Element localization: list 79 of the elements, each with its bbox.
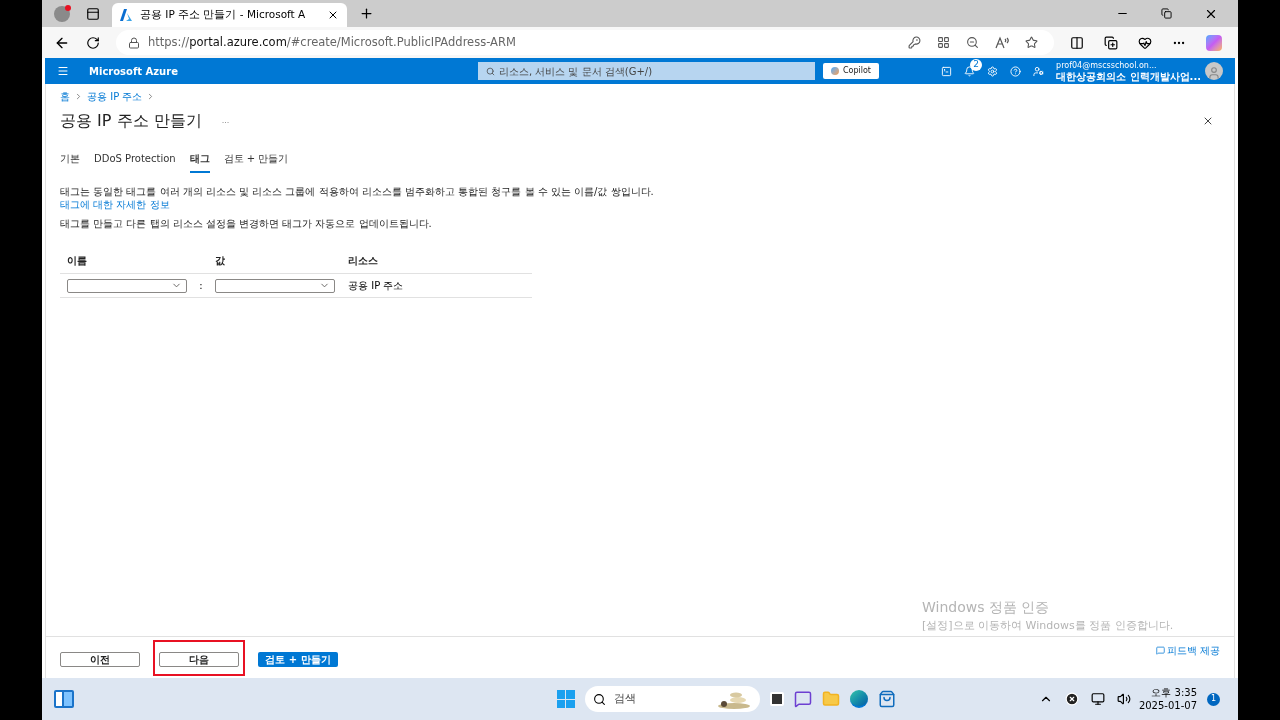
resource-cell-text: 공용 IP 주소 <box>348 279 404 293</box>
learn-more-link[interactable]: 태그에 대한 자세한 정보 <box>60 199 170 210</box>
clock-time: 오후 3:35 <box>1151 686 1197 699</box>
feedback-icon[interactable] <box>1033 65 1045 77</box>
copilot-logo-icon <box>830 67 839 75</box>
dropdown-field[interactable] <box>67 278 187 293</box>
brand-name: Microsoft Azure <box>89 64 178 79</box>
volume-icon[interactable] <box>1116 692 1131 706</box>
footer-button[interactable]: 다음 <box>159 652 239 667</box>
store-icon[interactable] <box>877 690 896 708</box>
tab[interactable]: 태그 <box>189 151 210 173</box>
password-icon[interactable] <box>908 36 921 49</box>
lock-icon <box>128 36 140 49</box>
separator-text: : <box>198 279 204 293</box>
read-aloud-icon[interactable] <box>995 36 1009 49</box>
start-icon[interactable] <box>556 690 575 708</box>
restore-icon[interactable] <box>1161 8 1172 19</box>
account-email: prof04@mscsschool.on... <box>1056 60 1158 71</box>
search-icon <box>592 692 606 706</box>
task-view-icon[interactable] <box>769 692 784 706</box>
more-button[interactable]: ... <box>221 115 230 127</box>
activation-title: Windows 정품 인증 <box>922 597 1050 617</box>
widgets-icon[interactable] <box>54 690 74 708</box>
copilot-button[interactable]: Copilot <box>822 63 879 79</box>
copilot-icon[interactable] <box>1206 34 1222 51</box>
account-avatar[interactable] <box>1205 62 1223 80</box>
tab[interactable]: 검토 + 만들기 <box>223 151 289 173</box>
azure-logo-icon <box>120 9 132 21</box>
tab[interactable]: DDoS Protection <box>94 151 176 173</box>
search-field[interactable]: 리소스, 서비스 및 문서 검색(G+/) <box>477 62 815 80</box>
split-screen-icon[interactable] <box>1070 35 1084 50</box>
dropdown-field[interactable] <box>215 278 335 293</box>
collections-icon[interactable] <box>1104 35 1118 50</box>
description-text: 태그는 동일한 태그를 여러 개의 리소스 및 리소스 그룹에 적용하여 리소스를 범주화하고 통합된 청구를 볼 수 있는 이름/값 쌍입니다. 태그에 대한 자세한 정보 <box>60 185 655 211</box>
url-text: https://portal.azure.com/#create/Microsoft.PublicIPAddress-ARM <box>148 33 516 51</box>
page-title: 공용 IP 주소 만들기 <box>60 110 202 132</box>
tab-actions-icon[interactable] <box>86 6 100 21</box>
browser-essentials-icon[interactable] <box>1138 35 1152 50</box>
column-header: 이름 <box>67 254 88 268</box>
feedback-icon <box>1155 646 1165 655</box>
search-placeholder: 리소스, 서비스 및 문서 검색(G+/) <box>498 64 653 79</box>
search-icon <box>485 66 495 76</box>
address-bar[interactable]: https://portal.azure.com/#create/Microsoft.PublicIPAddress-ARM <box>116 30 1054 55</box>
clock-date: 2025-01-07 <box>1138 699 1197 712</box>
browser-tab[interactable]: 공용 IP 주소 만들기 - Microsoft A <box>112 3 347 27</box>
notification-badge: 2 <box>970 58 983 71</box>
notification-badge: 1 <box>1207 692 1220 706</box>
terminal-icon[interactable] <box>941 65 953 77</box>
column-header: 값 <box>215 254 226 268</box>
chevron-right-icon <box>74 92 83 101</box>
network-error-icon[interactable] <box>1064 692 1079 706</box>
favorite-icon[interactable] <box>1025 36 1038 49</box>
tab-title: 공용 IP 주소 만들기 - Microsoft A <box>140 7 307 23</box>
notifications-icon[interactable] <box>964 65 976 77</box>
clock[interactable]: 오후 3:35 2025-01-07 <box>1138 686 1197 712</box>
column-header: 리소스 <box>348 254 378 268</box>
breadcrumb-link[interactable]: 공용 IP 주소 <box>87 89 143 104</box>
new-tab-icon[interactable] <box>359 6 374 21</box>
activation-text: [설정]으로 이동하여 Windows를 정품 인증합니다. <box>922 617 1174 634</box>
close-tab-icon[interactable] <box>327 9 339 21</box>
display-icon[interactable] <box>1090 692 1105 706</box>
taskbar-search-text: 검색 <box>613 690 636 707</box>
apps-icon[interactable] <box>937 36 950 49</box>
profile-avatar[interactable] <box>54 5 70 22</box>
footer-button[interactable]: 이전 <box>60 652 140 667</box>
feedback-link[interactable]: 피드백 제공 <box>1166 643 1220 658</box>
close-icon[interactable] <box>1202 115 1214 127</box>
refresh-icon[interactable] <box>86 35 100 50</box>
account-org: 대한상공회의소 인력개발사업... <box>1056 71 1201 82</box>
zoom-out-icon[interactable] <box>966 36 979 49</box>
breadcrumb-link[interactable]: 홈 <box>60 89 70 104</box>
note-text: 태그를 만들고 다른 탭의 리소스 설정을 변경하면 태그가 자동으로 업데이트됩니다. <box>60 217 433 231</box>
help-icon[interactable] <box>1010 65 1022 77</box>
menu-icon[interactable] <box>57 65 69 77</box>
settings-icon[interactable] <box>987 65 999 77</box>
taskbar-search[interactable]: 검색 <box>584 686 760 712</box>
chat-icon[interactable] <box>793 690 812 708</box>
footer-button[interactable]: 검토 + 만들기 <box>258 652 338 667</box>
tab[interactable]: 기본 <box>60 151 80 173</box>
